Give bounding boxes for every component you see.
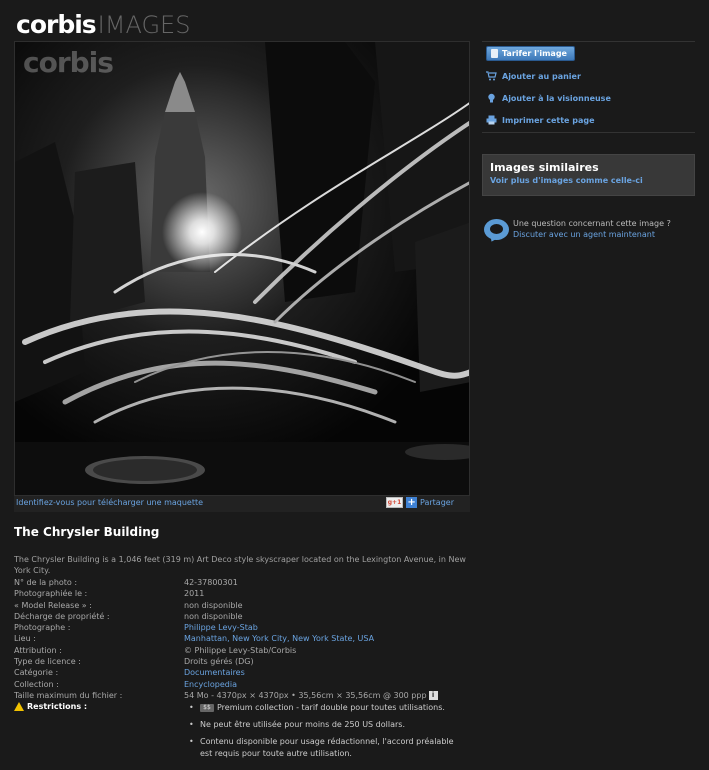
meta-label: Collection : (14, 679, 59, 689)
meta-label: Photographiée le : (14, 589, 88, 599)
meta-row-license-type: Type de licence : Droits gérés (DG) (14, 656, 470, 667)
right-sidebar: Tarifer l'image Ajouter au panier Ajoute… (482, 41, 695, 240)
photo-illustration (15, 42, 469, 495)
chat-question: Une question concernant cette image ? (513, 219, 671, 228)
login-to-download-link[interactable]: Identifiez-vous pour télécharger une maq… (16, 498, 203, 507)
meta-label: Attribution : (14, 645, 62, 655)
similar-images-link[interactable]: Voir plus d'images comme celle-ci (490, 176, 687, 185)
page-title: The Chrysler Building (14, 525, 160, 539)
price-image-button[interactable]: Tarifer l'image (486, 46, 575, 61)
print-page-action[interactable]: Imprimer cette page (486, 115, 595, 125)
restriction-item: $$Premium collection - tarif double pour… (186, 702, 466, 714)
divider (482, 41, 695, 42)
site-logo[interactable]: corbis IMAGES (16, 10, 191, 39)
photo-watermark: corbis (23, 46, 114, 79)
meta-label: Taille maximum du fichier : (14, 690, 123, 700)
meta-value: 42-37800301 (184, 578, 238, 587)
add-to-cart-action[interactable]: Ajouter au panier (486, 71, 581, 81)
restriction-item: Ne peut être utilisée pour moins de 250 … (186, 719, 466, 731)
similar-images-box: Images similaires Voir plus d'images com… (482, 154, 695, 196)
image-description: The Chrysler Building is a 1,046 feet (3… (14, 555, 466, 575)
printer-icon (486, 115, 497, 125)
location-link[interactable]: Manhattan, New York City, New York State… (184, 633, 374, 644)
share-link[interactable]: Partager (420, 498, 454, 507)
meta-row-date: Photographiée le : 2011 (14, 588, 470, 599)
main-photo[interactable]: corbis (14, 41, 470, 496)
photographer-link[interactable]: Philippe Levy-Stab (184, 622, 258, 633)
meta-row-category: Catégorie : Documentaires (14, 667, 470, 678)
logo-brand: corbis (16, 10, 97, 39)
warning-icon (14, 702, 24, 711)
meta-label: Décharge de propriété : (14, 611, 110, 621)
add-to-cart-label: Ajouter au panier (502, 71, 581, 81)
restrictions-label: Restrictions : (14, 702, 87, 711)
restriction-item: Contenu disponible pour usage rédactionn… (186, 736, 466, 760)
meta-row-model-release: « Model Release » : non disponible (14, 600, 470, 611)
meta-row-photo-id: N° de la photo : 42-37800301 (14, 577, 470, 588)
meta-row-photographer: Photographe : Philippe Levy-Stab (14, 622, 470, 633)
share-group: g+1 + Partager (386, 497, 454, 508)
meta-label: Lieu : (14, 634, 36, 644)
meta-value: 54 Mo - 4370px × 4370px • 35,56cm × 35,5… (184, 690, 438, 701)
logo-suffix: IMAGES (97, 11, 191, 39)
cart-icon (486, 71, 497, 81)
restrictions-list: $$Premium collection - tarif double pour… (186, 702, 466, 765)
meta-row-location: Lieu : Manhattan, New York City, New Yor… (14, 633, 470, 644)
restriction-text: Premium collection - tarif double pour t… (217, 703, 445, 712)
print-page-label: Imprimer cette page (502, 115, 595, 125)
lightbulb-icon (488, 93, 495, 103)
meta-value: non disponible (184, 611, 243, 621)
meta-label: Catégorie : (14, 668, 59, 678)
meta-label: Type de licence : (14, 657, 81, 667)
meta-row-property-release: Décharge de propriété : non disponible (14, 611, 470, 622)
meta-row-attribution: Attribution : © Philippe Levy-Stab/Corbi… (14, 645, 470, 656)
meta-value: non disponible (184, 600, 243, 610)
category-link[interactable]: Documentaires (184, 667, 245, 678)
chat-agent-link[interactable]: Discuter avec un agent maintenant (513, 230, 655, 239)
restriction-text: Contenu disponible pour usage rédactionn… (200, 737, 454, 758)
meta-label: « Model Release » : (14, 600, 92, 610)
meta-row-file-size: Taille maximum du fichier : 54 Mo - 4370… (14, 690, 470, 701)
photo-toolbar: Identifiez-vous pour télécharger une maq… (14, 496, 470, 512)
file-size-text: 54 Mo - 4370px × 4370px • 35,56cm × 35,5… (184, 690, 427, 700)
price-image-label: Tarifer l'image (502, 49, 567, 58)
restrictions-label-text: Restrictions : (27, 702, 88, 711)
metadata-table: N° de la photo : 42-37800301 Photographi… (14, 577, 470, 701)
info-icon[interactable]: i (428, 690, 438, 700)
chat-box: Une question concernant cette image ? Di… (482, 214, 695, 246)
meta-value: 2011 (184, 589, 205, 599)
calculator-icon (491, 49, 498, 58)
similar-images-title: Images similaires (490, 161, 599, 174)
add-to-lightbox-label: Ajouter à la visionneuse (502, 93, 611, 103)
meta-value: © Philippe Levy-Stab/Corbis (184, 645, 297, 655)
meta-value: Droits gérés (DG) (184, 657, 254, 667)
restriction-text: Ne peut être utilisée pour moins de 250 … (200, 720, 405, 729)
collection-link[interactable]: Encyclopedia (184, 679, 237, 690)
divider (482, 132, 695, 133)
chat-bubble-icon (484, 219, 509, 240)
google-plus-button[interactable]: g+1 (386, 497, 404, 508)
meta-label: Photographe : (14, 623, 71, 633)
share-plus-icon[interactable]: + (406, 497, 418, 508)
add-to-lightbox-action[interactable]: Ajouter à la visionneuse (486, 93, 611, 103)
premium-badge: $$ (200, 703, 214, 712)
meta-label: N° de la photo : (14, 578, 78, 587)
meta-row-collection: Collection : Encyclopedia (14, 679, 470, 690)
